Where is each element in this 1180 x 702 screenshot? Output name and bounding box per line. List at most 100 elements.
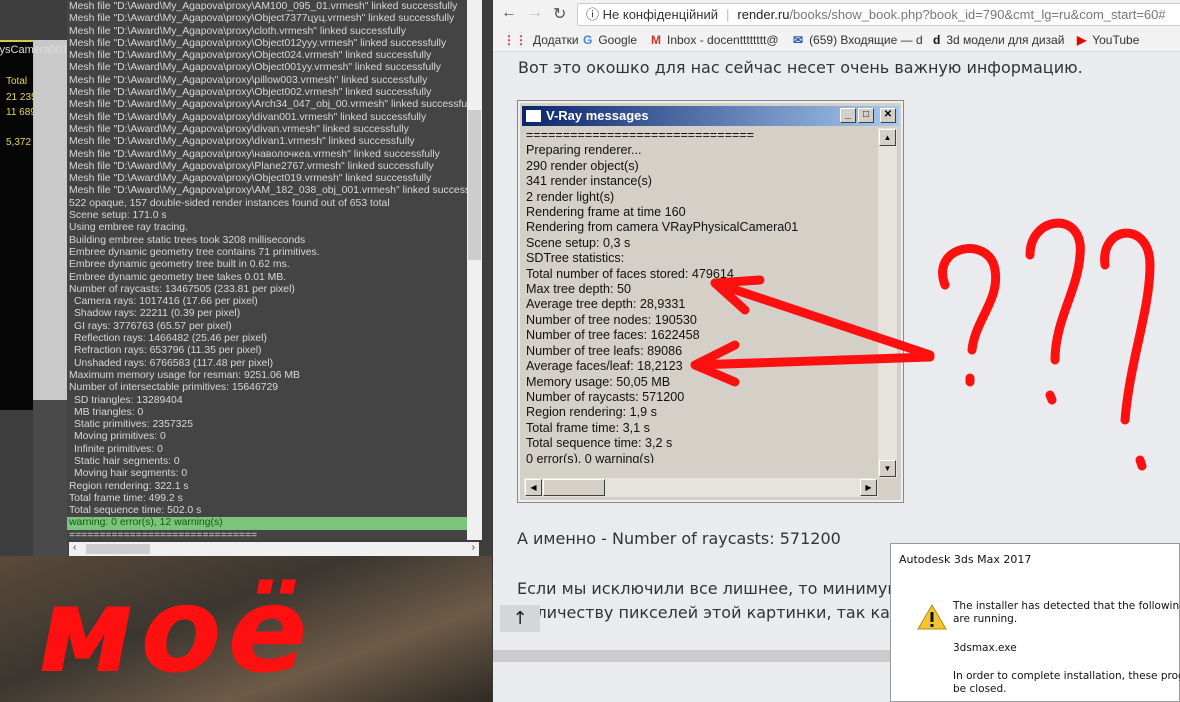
log-line: SD triangles: 13289404 (74, 394, 183, 406)
log-line: Maximum memory usage for resman: 9251.06… (69, 369, 300, 381)
back-icon[interactable]: ← (501, 4, 517, 22)
vray-log-line: =============================== (526, 128, 754, 142)
info-icon[interactable]: ⓘ (586, 7, 599, 22)
log-line: Mesh file "D:\Award\My_Agapova\proxy\Pla… (69, 160, 434, 172)
log-line: Static primitives: 2357325 (74, 419, 193, 431)
paragraph: Если мы исключили все лишнее, то минимум… (517, 579, 939, 622)
scroll-up-icon[interactable]: ▲ (879, 129, 896, 146)
minimize-icon[interactable]: _ (840, 108, 856, 123)
bookmark-youtube[interactable]: ▶ YouTube (1077, 33, 1139, 47)
bookmarks-bar: ⋮⋮ Додатки G Google M Inbox - docentttttttt… (493, 28, 1180, 52)
vray-log-line: Rendering frame at time 160 (526, 205, 686, 220)
log-line: Mesh file "D:\Award\My_Agapova\proxy\pil… (69, 74, 428, 86)
stats-value: 5,372 (6, 137, 32, 148)
vray-log-line: Max tree depth: 50 (526, 282, 632, 297)
log-line: GI rays: 3776763 (65.57 per pixel) (74, 320, 232, 332)
page-horizontal-scrollbar[interactable] (493, 650, 893, 662)
bookmark-apps[interactable]: ⋮⋮ Додатки (503, 33, 579, 47)
log-line: Mesh file "D:\Award\My_Agapova\proxy\нав… (69, 148, 440, 160)
log-line: Shadow rays: 22211 (0.39 per pixel) (74, 308, 241, 320)
bookmark-mail[interactable]: ✉ (659) Входящие — d (793, 33, 923, 47)
dialog-message: In order to complete installation, these… (953, 670, 1180, 682)
vray-log-line: 2 render light(s) (526, 189, 615, 204)
vray-log-line: 290 render object(s) (526, 158, 639, 173)
log-line: Mesh file "D:\Award\My_Agapova\proxy\Obj… (69, 62, 441, 74)
log-line: Refraction rays: 653796 (11.35 per pixel… (74, 345, 262, 357)
log-line: Mesh file "D:\Award\My_Agapova\proxy\Obj… (69, 13, 455, 25)
scroll-down-icon[interactable]: ▼ (879, 460, 896, 477)
scroll-left-icon[interactable]: ◀ (525, 479, 542, 496)
log-line: Mesh file "D:\Award\My_Agapova\proxy\Obj… (69, 50, 432, 62)
log-line: Region rendering: 322.1 s (69, 480, 189, 492)
log-line: Static hair segments: 0 (74, 455, 180, 467)
raycast-text: А именно - Number of raycasts: 571200 (517, 529, 841, 548)
handwriting-label: моё (38, 561, 314, 699)
forward-icon[interactable]: → (527, 4, 543, 22)
window-title-bar[interactable]: V-Ray messages _ □ ✕ (522, 106, 899, 126)
log-line: Total frame time: 499.2 s (69, 492, 183, 504)
dialog-message: are running. (953, 613, 1018, 625)
viewport-camera-label[interactable]: ysCamera001] (0, 44, 68, 56)
log-line: Mesh file "D:\Award\My_Agapova\proxy\div… (69, 123, 409, 135)
vray-log: Mesh file "D:\Award\My_Agapova\proxy\AM1… (67, 0, 467, 540)
scroll-thumb[interactable] (543, 479, 605, 496)
vray-log-line: Total sequence time: 3,2 s (526, 436, 673, 451)
vray-vertical-scrollbar[interactable]: ▲ ▼ (878, 128, 897, 478)
scroll-to-top-button[interactable]: ↑ (500, 605, 540, 632)
log-line: Reflection rays: 1466482 (25.46 per pixe… (74, 333, 267, 345)
scroll-right-icon[interactable]: › (472, 542, 475, 553)
stats-total-label: Total (6, 76, 28, 87)
installer-dialog: Autodesk 3ds Max 2017 The installer has … (890, 543, 1180, 702)
log-line: Embree dynamic geometry tree takes 0.01 … (69, 271, 287, 283)
apps-icon: ⋮⋮ (503, 33, 527, 47)
vray-log-line: SDTree statistics: (526, 251, 625, 266)
viewport[interactable] (33, 400, 68, 560)
log-line: Number of intersectable primitives: 1564… (69, 382, 279, 394)
bookmark-3d[interactable]: d 3d модели для дизай (933, 33, 1064, 47)
vray-log-line: Average faces/leaf: 18,2123 (526, 359, 683, 374)
vray-log-line: Preparing renderer... (526, 143, 642, 158)
vray-log-line: Number of tree faces: 1622458 (526, 328, 700, 343)
address-bar[interactable]: ⓘ Не конфіденційний | render.ru/books/show… (577, 3, 1180, 26)
url-domain: render.ru (737, 7, 790, 22)
maximize-icon[interactable]: □ (858, 108, 874, 123)
vray-message-log: =============================== Preparing… (524, 128, 878, 463)
log-line: =============================== (69, 529, 258, 540)
log-line: Mesh file "D:\Award\My_Agapova\proxy\clo… (69, 25, 406, 37)
d-logo-icon: d (933, 33, 941, 47)
log-line: Building embree static trees took 3208 m… (69, 234, 306, 246)
log-horizontal-scrollbar[interactable]: ‹ › (69, 542, 479, 556)
vray-horizontal-scrollbar[interactable]: ◀ ▶ (524, 478, 878, 497)
vray-log-line: Rendering from camera VRayPhysicalCamera… (526, 220, 799, 235)
dialog-title: Autodesk 3ds Max 2017 (899, 553, 1032, 566)
log-line: Unshaded rays: 6766583 (117.48 per pixel… (74, 357, 274, 369)
log-line: Mesh file "D:\Award\My_Agapova\proxy\Arc… (69, 99, 467, 111)
security-label: Не конфіденційний (602, 7, 718, 22)
log-line: Camera rays: 1017416 (17.66 per pixel) (74, 296, 258, 308)
mail-icon: ✉ (793, 33, 804, 47)
scroll-left-icon[interactable]: ‹ (73, 542, 76, 553)
log-warning-line: warning: 0 error(s), 12 warning(s) (67, 517, 467, 530)
bookmark-google[interactable]: G Google (583, 33, 637, 47)
vray-log-line: Total frame time: 3,1 s (526, 420, 650, 435)
process-name: 3dsmax.exe (953, 642, 1017, 654)
gmail-icon: M (651, 33, 661, 47)
log-line: Moving hair segments: 0 (74, 468, 188, 480)
browser-toolbar: ← → ↻ ⓘ Не конфіденційний | render.ru/book… (493, 0, 1180, 28)
vray-log-line: Number of raycasts: 571200 (526, 389, 685, 404)
log-vertical-scrollbar[interactable] (467, 0, 482, 540)
vray-log-line: Memory usage: 50,05 MB (526, 374, 671, 389)
vray-messages-window: V-Ray messages _ □ ✕ ===================… (517, 100, 904, 503)
scroll-right-icon[interactable]: ▶ (860, 479, 877, 496)
vray-log-line: Total number of faces stored: 479614 (526, 266, 734, 281)
log-line: Scene setup: 171.0 s (69, 210, 167, 222)
reload-icon[interactable]: ↻ (553, 4, 566, 24)
youtube-icon: ▶ (1077, 33, 1087, 47)
3dsmax-window: Total 21 235 333 11 689 997 5,372 ysCame… (0, 0, 492, 702)
close-icon[interactable]: ✕ (880, 108, 896, 123)
vray-log-line: Average tree depth: 28,9331 (526, 297, 686, 312)
log-line: Mesh file "D:\Award\My_Agapova\proxy\AM_… (69, 185, 467, 197)
log-line: Embree dynamic geometry tree built in 0.… (69, 259, 290, 271)
viewport[interactable] (33, 40, 68, 400)
bookmark-inbox[interactable]: M Inbox - docentttttttt@ (651, 33, 779, 47)
